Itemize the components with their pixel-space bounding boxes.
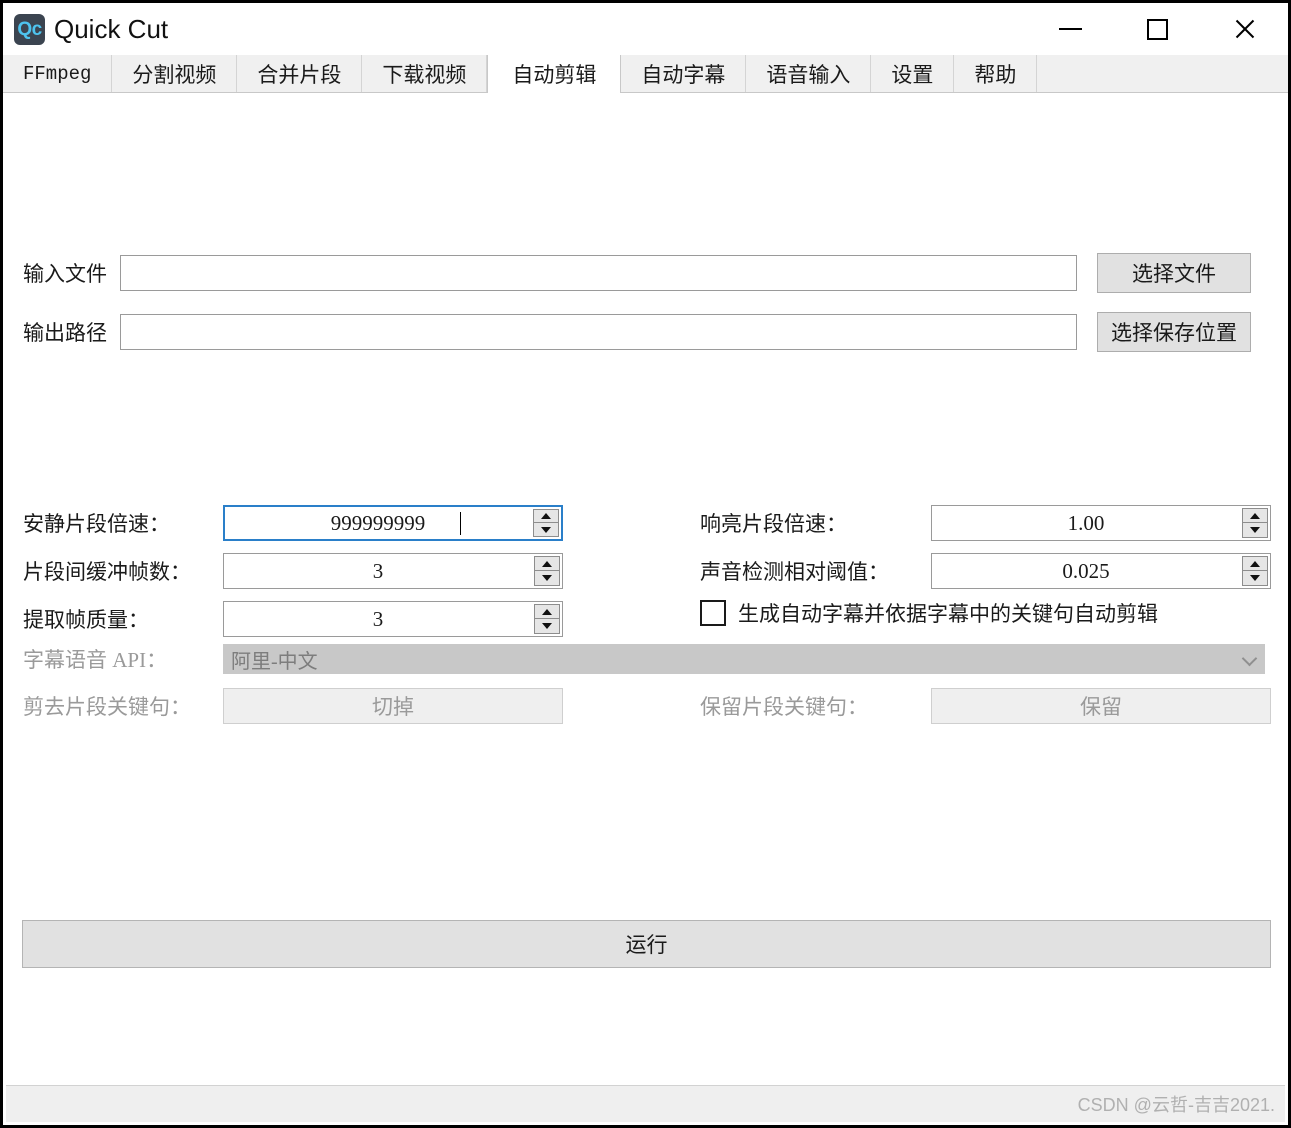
close-icon — [1233, 17, 1257, 41]
auto-subtitle-checkbox[interactable] — [700, 600, 726, 626]
auto-subtitle-checkbox-row[interactable]: 生成自动字幕并依据字幕中的关键句自动剪辑 — [700, 598, 1158, 628]
frame-quality-step-down[interactable] — [534, 619, 560, 634]
buffer-frames-label: 片段间缓冲帧数： — [23, 560, 191, 584]
subtitle-api-value: 阿里-中文 — [231, 650, 318, 673]
tab-split-video[interactable]: 分割视频 — [112, 55, 238, 92]
tab-voice-input[interactable]: 语音输入 — [746, 55, 872, 92]
frame-quality-row: 提取帧质量： 3 — [23, 601, 563, 637]
sound-threshold-step-down[interactable] — [1242, 571, 1268, 586]
input-file-row: 输入文件 选择文件 — [23, 253, 1272, 293]
tab-ffmpeg[interactable]: FFmpeg — [3, 55, 113, 92]
output-path-label: 输出路径 — [23, 321, 107, 345]
choose-save-location-button[interactable]: 选择保存位置 — [1097, 312, 1251, 352]
tab-content-auto-cut: 输入文件 选择文件 输出路径 选择保存位置 安静片段倍速： 999999999 … — [3, 93, 1288, 1055]
tabbar: FFmpeg 分割视频 合并片段 下载视频 自动剪辑 自动字幕 语音输入 设置 … — [3, 55, 1288, 93]
app-icon: Qc — [14, 13, 45, 45]
silent-speed-step-up[interactable] — [533, 509, 559, 523]
loud-speed-row: 响亮片段倍速： 1.00 — [700, 505, 1271, 541]
frame-quality-stepper — [534, 604, 560, 634]
arrow-down-icon — [1250, 527, 1260, 533]
tab-auto-subtitle[interactable]: 自动字幕 — [621, 55, 747, 92]
loud-speed-step-down[interactable] — [1242, 523, 1268, 538]
sound-threshold-step-up[interactable] — [1242, 556, 1268, 571]
auto-subtitle-checkbox-label: 生成自动字幕并依据字幕中的关键句自动剪辑 — [738, 602, 1158, 626]
sound-threshold-spinbox[interactable]: 0.025 — [931, 553, 1271, 589]
app-title: Quick Cut — [54, 13, 169, 44]
subtitle-api-dropdown[interactable]: 阿里-中文 — [223, 644, 1265, 674]
input-file-label: 输入文件 — [23, 262, 107, 286]
cut-keywords-row: 剪去片段关键句： 切掉 — [23, 688, 563, 724]
arrow-down-icon — [541, 526, 551, 533]
tab-download-video[interactable]: 下载视频 — [362, 55, 488, 92]
output-path-row: 输出路径 选择保存位置 — [23, 312, 1272, 352]
silent-speed-row: 安静片段倍速： 999999999 — [23, 505, 563, 541]
buffer-frames-value[interactable]: 3 — [224, 554, 534, 588]
cut-keywords-field[interactable]: 切掉 — [223, 688, 563, 724]
buffer-frames-step-up[interactable] — [534, 556, 560, 571]
loud-speed-value[interactable]: 1.00 — [932, 506, 1242, 540]
tab-auto-cut[interactable]: 自动剪辑 — [487, 55, 622, 93]
arrow-up-icon — [541, 513, 551, 519]
frame-quality-label: 提取帧质量： — [23, 608, 149, 632]
window-controls — [1027, 3, 1288, 55]
silent-speed-spinbox[interactable]: 999999999 — [223, 505, 563, 541]
frame-quality-value[interactable]: 3 — [224, 602, 534, 636]
tab-help[interactable]: 帮助 — [954, 55, 1038, 92]
keep-keywords-row: 保留片段关键句： 保留 — [700, 688, 1271, 724]
sound-threshold-label: 声音检测相对阈值： — [700, 560, 889, 584]
silent-speed-label: 安静片段倍速： — [23, 512, 170, 536]
arrow-up-icon — [1250, 512, 1260, 519]
keep-keywords-field[interactable]: 保留 — [931, 688, 1271, 724]
buffer-frames-row: 片段间缓冲帧数： 3 — [23, 553, 563, 589]
subtitle-api-row: 字幕语音 API： 阿里-中文 — [23, 644, 1272, 674]
buffer-frames-stepper — [534, 556, 560, 586]
tab-settings[interactable]: 设置 — [871, 55, 955, 92]
tabbar-spacer — [1037, 55, 1288, 92]
sound-threshold-row: 声音检测相对阈值： 0.025 — [700, 553, 1271, 589]
watermark-text: CSDN @云哲-吉吉2021. — [1077, 1095, 1275, 1115]
loud-speed-spinbox[interactable]: 1.00 — [931, 505, 1271, 541]
loud-speed-label: 响亮片段倍速： — [700, 512, 847, 536]
arrow-down-icon — [542, 575, 552, 581]
arrow-up-icon — [542, 560, 552, 567]
arrow-up-icon — [542, 608, 552, 615]
run-button[interactable]: 运行 — [22, 920, 1271, 968]
chevron-down-icon — [1243, 652, 1257, 666]
silent-speed-step-down[interactable] — [533, 523, 559, 537]
frame-quality-spinbox[interactable]: 3 — [223, 601, 563, 637]
minimize-button[interactable] — [1027, 3, 1114, 55]
keep-keywords-label: 保留片段关键句： — [700, 695, 868, 719]
app-window: Qc Quick Cut FFmpeg 分割视频 合并片段 下载视频 自动剪辑 … — [0, 0, 1291, 1128]
tab-merge-clips[interactable]: 合并片段 — [237, 55, 363, 92]
sound-threshold-value[interactable]: 0.025 — [932, 554, 1242, 588]
silent-speed-stepper — [533, 509, 559, 537]
titlebar: Qc Quick Cut — [3, 3, 1288, 55]
statusbar: CSDN @云哲-吉吉2021. — [6, 1085, 1285, 1122]
maximize-icon — [1147, 18, 1168, 40]
buffer-frames-spinbox[interactable]: 3 — [223, 553, 563, 589]
silent-speed-value[interactable]: 999999999 — [225, 507, 533, 539]
loud-speed-step-up[interactable] — [1242, 508, 1268, 523]
maximize-button[interactable] — [1114, 3, 1201, 55]
arrow-up-icon — [1250, 560, 1260, 567]
loud-speed-stepper — [1242, 508, 1268, 538]
minimize-icon — [1059, 28, 1082, 30]
cut-keywords-label: 剪去片段关键句： — [23, 695, 191, 719]
input-file-field[interactable] — [120, 255, 1077, 291]
arrow-down-icon — [542, 623, 552, 629]
output-path-field[interactable] — [120, 314, 1077, 350]
buffer-frames-step-down[interactable] — [534, 571, 560, 586]
subtitle-api-label: 字幕语音 API： — [23, 648, 168, 672]
sound-threshold-stepper — [1242, 556, 1268, 586]
frame-quality-step-up[interactable] — [534, 604, 560, 619]
choose-file-button[interactable]: 选择文件 — [1097, 253, 1251, 293]
close-button[interactable] — [1201, 3, 1288, 55]
arrow-down-icon — [1250, 575, 1260, 581]
